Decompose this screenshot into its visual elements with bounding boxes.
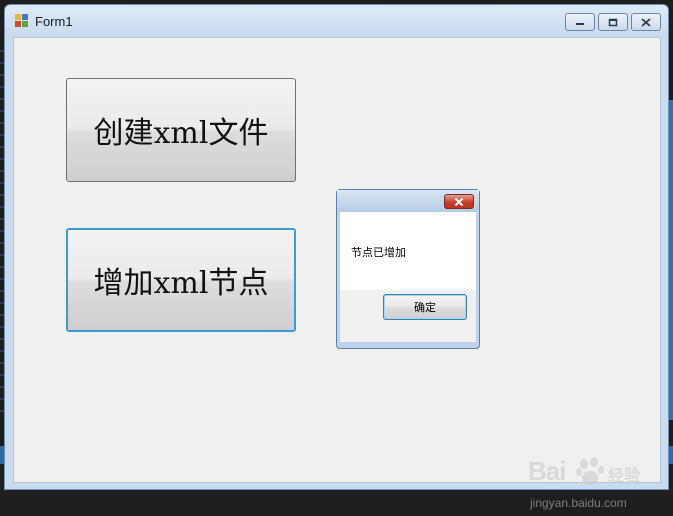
message-text-area: 节点已增加	[340, 212, 476, 290]
create-xml-file-button[interactable]: 创建xml文件	[66, 78, 296, 182]
message-box-body: 节点已增加 确定	[340, 212, 476, 342]
watermark-logo-text: Bai	[528, 456, 566, 486]
minimize-icon	[576, 23, 584, 25]
app-form-icon	[15, 14, 29, 27]
close-icon	[641, 17, 651, 27]
close-button[interactable]	[631, 13, 661, 31]
title-bar[interactable]: Form1	[5, 5, 668, 37]
close-icon	[454, 197, 464, 206]
watermark-url: jingyan.baidu.com	[530, 496, 627, 510]
maximize-icon	[608, 18, 618, 26]
message-box-title-bar[interactable]	[337, 190, 479, 212]
minimize-button[interactable]	[565, 13, 595, 31]
watermark-jingyan-text: 经验	[608, 466, 641, 485]
message-box-close-button[interactable]	[444, 194, 474, 209]
maximize-button[interactable]	[598, 13, 628, 31]
window-title: Form1	[35, 14, 73, 29]
message-text: 节点已增加	[351, 246, 406, 259]
add-xml-node-button[interactable]: 增加xml节点	[66, 228, 296, 332]
baidu-jingyan-watermark: Bai 经验 jingyan.baidu.com	[528, 456, 658, 516]
message-box-dialog: 节点已增加 确定	[336, 189, 480, 349]
baidu-paw-icon	[576, 457, 604, 485]
ok-button[interactable]: 确定	[383, 294, 467, 320]
